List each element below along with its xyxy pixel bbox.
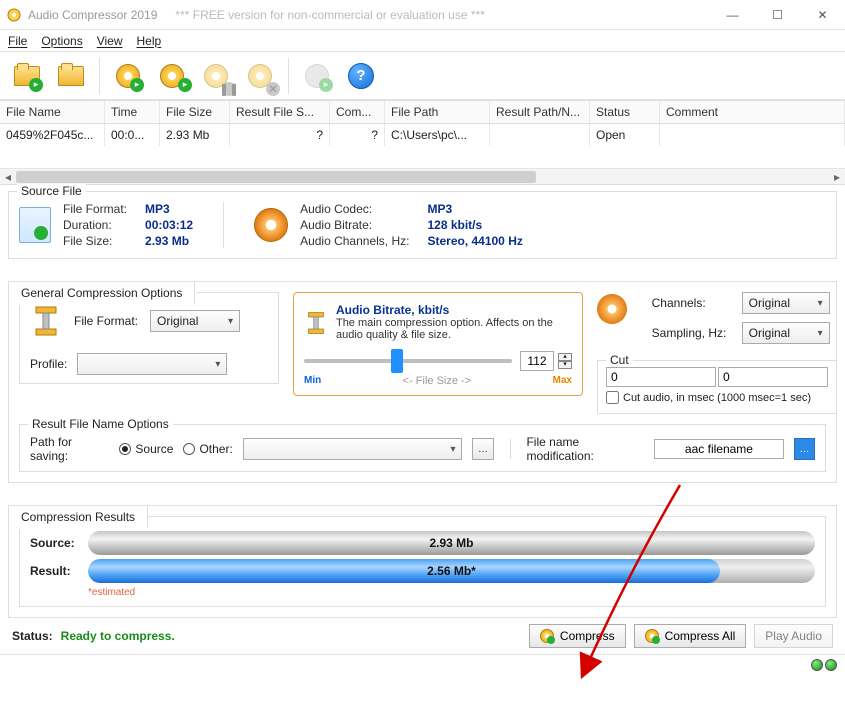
menu-file[interactable]: File [8, 34, 27, 48]
filename-mod-button[interactable]: … [794, 438, 815, 460]
menu-options[interactable]: Options [41, 34, 82, 48]
compress-all-button-toolbar[interactable]: ▸ [153, 57, 191, 95]
close-button[interactable]: ✕ [800, 0, 845, 29]
col-compression[interactable]: Com... [330, 101, 385, 123]
filename-mod-input[interactable] [654, 439, 784, 459]
help-button[interactable]: ? [342, 57, 380, 95]
pause-button: ❚❚ [197, 57, 235, 95]
cut-audio-checkbox[interactable]: Cut audio, in msec (1000 msec=1 sec) [606, 391, 811, 404]
app-subtitle: *** FREE version for non-commercial or e… [175, 8, 484, 22]
col-comment[interactable]: Comment [660, 101, 845, 123]
compress-all-button[interactable]: Compress All [634, 624, 747, 648]
col-file-path[interactable]: File Path [385, 101, 490, 123]
col-file-size[interactable]: File Size [160, 101, 230, 123]
titlebar: Audio Compressor 2019 *** FREE version f… [0, 0, 845, 30]
open-folder-button[interactable] [52, 57, 90, 95]
stop-button: ✕ [241, 57, 279, 95]
play-button-toolbar: ▸ [298, 57, 336, 95]
bitrate-slider[interactable] [304, 347, 512, 375]
file-format-select[interactable]: Original [150, 310, 240, 332]
tab-general-compression[interactable]: General Compression Options [8, 281, 195, 305]
menubar: File Options View Help [0, 30, 845, 52]
path-other-select[interactable] [243, 438, 463, 460]
source-file-title: Source File [17, 184, 86, 198]
speaker-icon [597, 294, 627, 324]
source-file-panel: Source File File Format:MP3 Duration:00:… [8, 191, 837, 259]
file-size-panel: File Size Source: 2.93 Mb Result: 2.56 M… [19, 516, 826, 607]
menu-help[interactable]: Help [137, 34, 162, 48]
table-row[interactable]: 0459%2F045c... 00:0... 2.93 Mb ? ? C:\Us… [0, 124, 845, 146]
file-icon [19, 207, 51, 243]
bottom-row: Status: Ready to compress. Compress Comp… [0, 618, 845, 654]
cut-to-input[interactable] [718, 367, 828, 387]
play-audio-button: Play Audio [754, 624, 833, 648]
speaker-icon [254, 208, 288, 242]
path-other-radio[interactable]: Other: [183, 442, 232, 456]
clamp-icon [304, 303, 328, 343]
bitrate-spinner[interactable]: ▴▾ [558, 353, 572, 369]
gco-right-panel: Channels: Original Sampling, Hz: Origina… [597, 292, 837, 414]
col-result-size[interactable]: Result File S... [230, 101, 330, 123]
gco-left-panel: General Compression Options File Format:… [19, 292, 279, 384]
statusbar [0, 654, 845, 674]
compress-button[interactable]: Compress [529, 624, 626, 648]
app-icon [6, 7, 22, 23]
toolbar: ▸ ▸ ▸ ❚❚ ✕ ▸ ? [0, 52, 845, 100]
cut-from-input[interactable] [606, 367, 716, 387]
path-source-radio[interactable]: Source [119, 442, 173, 456]
grid-header: File Name Time File Size Result File S..… [0, 100, 845, 124]
led-2 [825, 659, 837, 671]
tab-compression-results[interactable]: Compression Results [8, 505, 148, 529]
sampling-select[interactable]: Original [742, 322, 830, 344]
minimize-button[interactable]: — [710, 0, 755, 29]
cut-panel: Cut Cut audio, in msec (1000 msec=1 sec) [597, 360, 837, 414]
clamp-icon [30, 303, 62, 339]
led-1 [811, 659, 823, 671]
status-text: Ready to compress. [61, 629, 175, 643]
col-time[interactable]: Time [105, 101, 160, 123]
app-title: Audio Compressor 2019 [28, 8, 157, 22]
open-file-button[interactable]: ▸ [8, 57, 46, 95]
bitrate-panel: Audio Bitrate, kbit/s The main compressi… [293, 292, 583, 396]
col-result-path[interactable]: Result Path/N... [490, 101, 590, 123]
source-size-bar: 2.93 Mb [88, 531, 815, 555]
compress-button-toolbar[interactable]: ▸ [109, 57, 147, 95]
gco-body: General Compression Options File Format:… [8, 281, 837, 483]
profile-select[interactable] [77, 353, 227, 375]
maximize-button[interactable]: ☐ [755, 0, 800, 29]
grid-scrollbar[interactable]: ◂▸ [0, 168, 845, 184]
bitrate-input[interactable] [520, 351, 554, 371]
file-grid: File Name Time File Size Result File S..… [0, 100, 845, 185]
browse-path-button[interactable]: … [472, 438, 493, 460]
result-size-bar: 2.56 Mb* [88, 559, 815, 583]
col-status[interactable]: Status [590, 101, 660, 123]
menu-view[interactable]: View [97, 34, 123, 48]
channels-select[interactable]: Original [742, 292, 830, 314]
result-filename-panel: Result File Name Options Path for saving… [19, 424, 826, 472]
col-file-name[interactable]: File Name [0, 101, 105, 123]
